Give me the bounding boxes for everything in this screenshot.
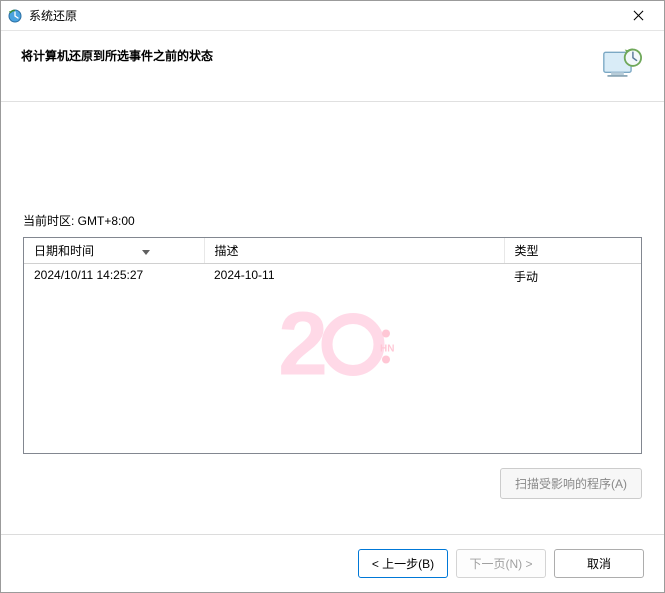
cancel-button[interactable]: 取消 [554,549,644,578]
system-restore-icon [7,8,23,24]
wizard-heading: 将计算机还原到所选事件之前的状态 [21,45,600,64]
system-restore-window: 系统还原 将计算机还原到所选事件之前的状态 当前时区: GMT+8:00 [0,0,665,593]
scan-affected-programs-button[interactable]: 扫描受影响的程序(A) [500,468,642,499]
close-button[interactable] [618,2,658,30]
wizard-footer: < 上一步(B) 下一页(N) > 取消 [1,534,664,592]
cell-desc: 2024-10-11 [204,264,504,290]
svg-text:2: 2 [278,294,328,394]
column-header-desc-label: 描述 [215,244,239,258]
restore-monitor-icon [600,45,644,85]
back-button[interactable]: < 上一步(B) [358,549,448,578]
table-row[interactable]: 2024/10/11 14:25:27 2024-10-11 手动 [24,264,641,290]
column-header-desc[interactable]: 描述 [204,238,504,264]
column-header-date-label: 日期和时间 [34,244,94,258]
sort-desc-icon [142,244,150,258]
watermark: 2 HN [258,289,408,402]
wizard-header: 将计算机还原到所选事件之前的状态 [1,31,664,101]
svg-text:HN: HN [380,343,394,354]
content-area: 当前时区: GMT+8:00 日期和时间 描述 [1,102,664,534]
column-header-type-label: 类型 [515,244,539,258]
titlebar: 系统还原 [1,1,664,31]
column-header-type[interactable]: 类型 [504,238,641,264]
timezone-label: 当前时区: GMT+8:00 [23,212,642,229]
cell-type: 手动 [504,264,641,290]
scan-row: 扫描受影响的程序(A) [23,468,642,499]
column-header-date[interactable]: 日期和时间 [24,238,204,264]
cell-date: 2024/10/11 14:25:27 [24,264,204,290]
table-header-row: 日期和时间 描述 类型 [24,238,641,264]
next-button: 下一页(N) > [456,549,546,578]
window-title: 系统还原 [29,7,618,24]
restore-points-table-container: 日期和时间 描述 类型 [23,237,642,454]
restore-points-table: 日期和时间 描述 类型 [24,238,641,289]
